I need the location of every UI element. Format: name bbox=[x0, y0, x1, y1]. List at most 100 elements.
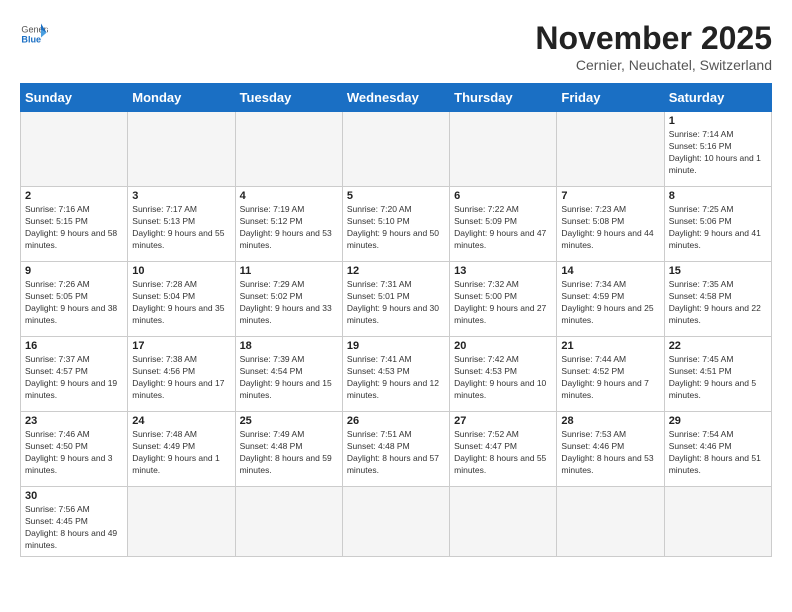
subtitle: Cernier, Neuchatel, Switzerland bbox=[535, 57, 772, 73]
day-number: 12 bbox=[347, 265, 445, 277]
day-info: Sunrise: 7:16 AM Sunset: 5:15 PM Dayligh… bbox=[25, 204, 123, 252]
calendar-table: SundayMondayTuesdayWednesdayThursdayFrid… bbox=[20, 83, 772, 557]
calendar-cell: 12 Sunrise: 7:31 AM Sunset: 5:01 PM Dayli… bbox=[342, 262, 449, 337]
calendar-cell: 19Sunrise: 7:41 AM Sunset: 4:53 PM Dayli… bbox=[342, 337, 449, 412]
day-info: Sunrise: 7:48 AM Sunset: 4:49 PM Dayligh… bbox=[132, 429, 230, 477]
day-number: 29 bbox=[669, 415, 767, 427]
calendar-cell bbox=[450, 487, 557, 557]
calendar-cell: 20 Sunrise: 7:42 AM Sunset: 4:53 PM Dayli… bbox=[450, 337, 557, 412]
day-number: 21 bbox=[561, 340, 659, 352]
page-header: General Blue November 2025 Cernier, Neuc… bbox=[20, 20, 772, 73]
day-info: Sunrise: 7:31 AM Sunset: 5:01 PM Dayligh… bbox=[347, 279, 445, 327]
svg-text:Blue: Blue bbox=[21, 34, 41, 44]
calendar-cell: 8 Sunrise: 7:25 AM Sunset: 5:06 PM Daylig… bbox=[664, 187, 771, 262]
calendar-cell: 10Sunrise: 7:28 AM Sunset: 5:04 PM Dayli… bbox=[128, 262, 235, 337]
calendar-cell: 7Sunrise: 7:23 AM Sunset: 5:08 PM Daylig… bbox=[557, 187, 664, 262]
calendar-cell: 13 Sunrise: 7:32 AM Sunset: 5:00 PM Dayli… bbox=[450, 262, 557, 337]
calendar-cell bbox=[235, 487, 342, 557]
day-number: 26 bbox=[347, 415, 445, 427]
day-number: 5 bbox=[347, 190, 445, 202]
calendar-cell: 29 Sunrise: 7:54 AM Sunset: 4:46 PM Dayli… bbox=[664, 412, 771, 487]
calendar-cell: 21 Sunrise: 7:44 AM Sunset: 4:52 PM Dayli… bbox=[557, 337, 664, 412]
day-info: Sunrise: 7:17 AM Sunset: 5:13 PM Dayligh… bbox=[132, 204, 230, 252]
calendar-cell: 4 Sunrise: 7:19 AM Sunset: 5:12 PM Daylig… bbox=[235, 187, 342, 262]
calendar-cell bbox=[664, 487, 771, 557]
weekday-header-saturday: Saturday bbox=[664, 84, 771, 112]
calendar-cell bbox=[235, 112, 342, 187]
day-info: Sunrise: 7:20 AM Sunset: 5:10 PM Dayligh… bbox=[347, 204, 445, 252]
calendar-week-row: 23 Sunrise: 7:46 AM Sunset: 4:50 PM Dayli… bbox=[21, 412, 772, 487]
calendar-cell: 27 Sunrise: 7:52 AM Sunset: 4:47 PM Dayli… bbox=[450, 412, 557, 487]
day-number: 11 bbox=[240, 265, 338, 277]
day-number: 20 bbox=[454, 340, 552, 352]
day-info: Sunrise: 7:19 AM Sunset: 5:12 PM Dayligh… bbox=[240, 204, 338, 252]
day-number: 6 bbox=[454, 190, 552, 202]
day-number: 19 bbox=[347, 340, 445, 352]
day-number: 2 bbox=[25, 190, 123, 202]
calendar-cell: 5 Sunrise: 7:20 AM Sunset: 5:10 PM Daylig… bbox=[342, 187, 449, 262]
calendar-week-row: 2 Sunrise: 7:16 AM Sunset: 5:15 PM Daylig… bbox=[21, 187, 772, 262]
day-number: 7 bbox=[561, 190, 659, 202]
calendar-cell: 11Sunrise: 7:29 AM Sunset: 5:02 PM Dayli… bbox=[235, 262, 342, 337]
day-number: 30 bbox=[25, 490, 123, 502]
day-number: 10 bbox=[132, 265, 230, 277]
day-number: 22 bbox=[669, 340, 767, 352]
weekday-header-tuesday: Tuesday bbox=[235, 84, 342, 112]
calendar-cell: 3 Sunrise: 7:17 AM Sunset: 5:13 PM Daylig… bbox=[128, 187, 235, 262]
day-number: 8 bbox=[669, 190, 767, 202]
day-info: Sunrise: 7:46 AM Sunset: 4:50 PM Dayligh… bbox=[25, 429, 123, 477]
calendar-cell: 17 Sunrise: 7:38 AM Sunset: 4:56 PM Dayli… bbox=[128, 337, 235, 412]
day-info: Sunrise: 7:51 AM Sunset: 4:48 PM Dayligh… bbox=[347, 429, 445, 477]
day-info: Sunrise: 7:25 AM Sunset: 5:06 PM Dayligh… bbox=[669, 204, 767, 252]
weekday-header-thursday: Thursday bbox=[450, 84, 557, 112]
calendar-cell: 24 Sunrise: 7:48 AM Sunset: 4:49 PM Dayli… bbox=[128, 412, 235, 487]
weekday-header-wednesday: Wednesday bbox=[342, 84, 449, 112]
day-info: Sunrise: 7:53 AM Sunset: 4:46 PM Dayligh… bbox=[561, 429, 659, 477]
calendar-week-row: 30Sunrise: 7:56 AM Sunset: 4:45 PM Dayli… bbox=[21, 487, 772, 557]
day-info: Sunrise: 7:38 AM Sunset: 4:56 PM Dayligh… bbox=[132, 354, 230, 402]
calendar-week-row: 9Sunrise: 7:26 AM Sunset: 5:05 PM Daylig… bbox=[21, 262, 772, 337]
day-info: Sunrise: 7:37 AM Sunset: 4:57 PM Dayligh… bbox=[25, 354, 123, 402]
day-number: 13 bbox=[454, 265, 552, 277]
day-info: Sunrise: 7:45 AM Sunset: 4:51 PM Dayligh… bbox=[669, 354, 767, 402]
calendar-cell: 26 Sunrise: 7:51 AM Sunset: 4:48 PM Dayli… bbox=[342, 412, 449, 487]
calendar-cell bbox=[557, 112, 664, 187]
day-number: 28 bbox=[561, 415, 659, 427]
calendar-cell bbox=[128, 487, 235, 557]
calendar-cell bbox=[450, 112, 557, 187]
day-number: 15 bbox=[669, 265, 767, 277]
weekday-header-friday: Friday bbox=[557, 84, 664, 112]
calendar-cell: 15Sunrise: 7:35 AM Sunset: 4:58 PM Dayli… bbox=[664, 262, 771, 337]
day-number: 14 bbox=[561, 265, 659, 277]
day-info: Sunrise: 7:52 AM Sunset: 4:47 PM Dayligh… bbox=[454, 429, 552, 477]
day-info: Sunrise: 7:22 AM Sunset: 5:09 PM Dayligh… bbox=[454, 204, 552, 252]
day-info: Sunrise: 7:49 AM Sunset: 4:48 PM Dayligh… bbox=[240, 429, 338, 477]
day-info: Sunrise: 7:42 AM Sunset: 4:53 PM Dayligh… bbox=[454, 354, 552, 402]
calendar-cell: 18Sunrise: 7:39 AM Sunset: 4:54 PM Dayli… bbox=[235, 337, 342, 412]
calendar-cell: 25 Sunrise: 7:49 AM Sunset: 4:48 PM Dayli… bbox=[235, 412, 342, 487]
calendar-cell: 14 Sunrise: 7:34 AM Sunset: 4:59 PM Dayli… bbox=[557, 262, 664, 337]
calendar-cell: 1Sunrise: 7:14 AM Sunset: 5:16 PM Daylig… bbox=[664, 112, 771, 187]
day-number: 17 bbox=[132, 340, 230, 352]
day-info: Sunrise: 7:44 AM Sunset: 4:52 PM Dayligh… bbox=[561, 354, 659, 402]
day-number: 4 bbox=[240, 190, 338, 202]
day-number: 24 bbox=[132, 415, 230, 427]
calendar-cell bbox=[557, 487, 664, 557]
calendar-cell: 2 Sunrise: 7:16 AM Sunset: 5:15 PM Daylig… bbox=[21, 187, 128, 262]
day-number: 9 bbox=[25, 265, 123, 277]
day-number: 23 bbox=[25, 415, 123, 427]
calendar-week-row: 16Sunrise: 7:37 AM Sunset: 4:57 PM Dayli… bbox=[21, 337, 772, 412]
calendar-cell: 28 Sunrise: 7:53 AM Sunset: 4:46 PM Dayli… bbox=[557, 412, 664, 487]
calendar-cell: 30Sunrise: 7:56 AM Sunset: 4:45 PM Dayli… bbox=[21, 487, 128, 557]
day-info: Sunrise: 7:32 AM Sunset: 5:00 PM Dayligh… bbox=[454, 279, 552, 327]
day-number: 3 bbox=[132, 190, 230, 202]
logo-icon: General Blue bbox=[20, 20, 48, 48]
day-info: Sunrise: 7:14 AM Sunset: 5:16 PM Dayligh… bbox=[669, 129, 767, 177]
day-number: 25 bbox=[240, 415, 338, 427]
day-info: Sunrise: 7:34 AM Sunset: 4:59 PM Dayligh… bbox=[561, 279, 659, 327]
calendar-cell: 23 Sunrise: 7:46 AM Sunset: 4:50 PM Dayli… bbox=[21, 412, 128, 487]
weekday-header-monday: Monday bbox=[128, 84, 235, 112]
day-info: Sunrise: 7:54 AM Sunset: 4:46 PM Dayligh… bbox=[669, 429, 767, 477]
day-number: 27 bbox=[454, 415, 552, 427]
calendar-cell bbox=[342, 487, 449, 557]
